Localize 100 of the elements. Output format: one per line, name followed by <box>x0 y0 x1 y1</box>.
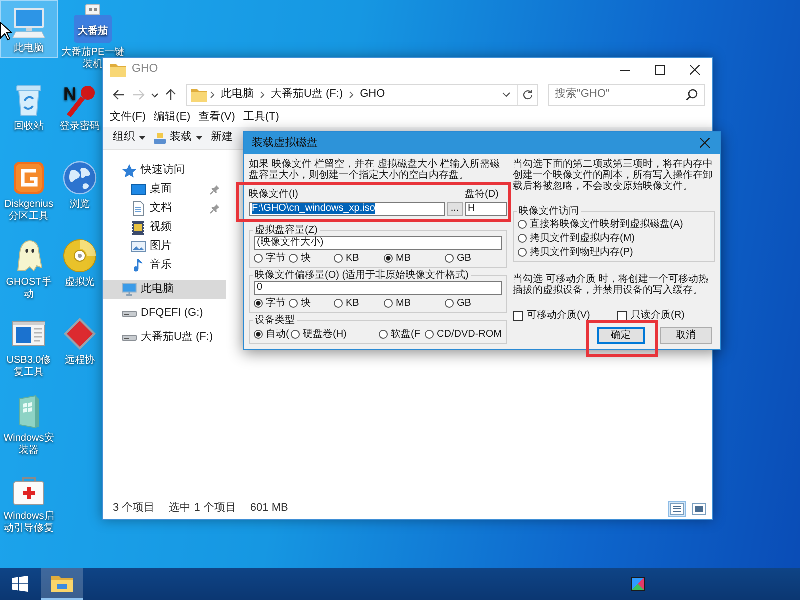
radio-button[interactable] <box>518 220 527 229</box>
checkbox-label: 可移动介质(V) <box>527 310 590 321</box>
diamond-icon <box>62 316 98 352</box>
sidebar-item[interactable]: 桌面 <box>103 180 226 199</box>
g-letter-icon <box>11 160 47 196</box>
radio-label: GB <box>457 298 472 309</box>
radio-label: 字节 <box>266 298 286 309</box>
radio-label: 拷贝文件到物理内存(P) <box>530 247 634 258</box>
tray-app-icon[interactable] <box>631 577 645 591</box>
radio-button[interactable] <box>445 299 454 308</box>
sidebar-item[interactable]: 图片 <box>103 237 226 256</box>
view-button[interactable] <box>668 500 686 516</box>
toolbar-button[interactable]: 新建 <box>208 128 236 148</box>
view-button[interactable] <box>690 500 708 516</box>
disc-icon <box>62 238 98 274</box>
toolbar-button[interactable]: 装载 <box>151 128 206 148</box>
radio-button[interactable] <box>289 254 298 263</box>
radio-label: 块 <box>301 298 311 309</box>
sidebar-item[interactable]: DFQEFI (G:) <box>103 304 226 323</box>
radio-button[interactable] <box>254 299 263 308</box>
dialog-button[interactable]: 确定 <box>597 327 645 344</box>
group-label: 映像文件访问 <box>518 206 580 217</box>
menu-item[interactable]: 查看(V) <box>194 108 240 127</box>
sidebar-item[interactable]: 视频 <box>103 218 226 237</box>
radio-label: 软盘(F <box>391 329 420 340</box>
mouse-pointer-icon <box>0 22 12 41</box>
status-text: 601 MB <box>250 502 288 516</box>
radio-button[interactable] <box>518 234 527 243</box>
radio-button[interactable] <box>289 299 298 308</box>
star-icon <box>122 164 136 178</box>
field-label: 盘符(D) <box>465 189 500 200</box>
computer-icon <box>122 283 136 296</box>
checkbox[interactable] <box>513 310 523 320</box>
menu-item[interactable]: 编辑(E) <box>150 108 195 127</box>
radio-label: GB <box>457 253 472 264</box>
drive-icon <box>122 334 136 340</box>
chevron-right-icon[interactable] <box>349 91 354 99</box>
file-path-field[interactable]: F:\GHO\cn_windows_xp.iso <box>249 202 445 216</box>
search-field[interactable]: 搜索"GHO" <box>548 84 705 106</box>
checkbox[interactable] <box>617 310 627 320</box>
close-icon <box>700 138 710 148</box>
menu-item[interactable]: 文件(F) <box>106 108 150 127</box>
desktop-shortcut[interactable]: N 登录密码 <box>58 78 102 136</box>
chevron-down-icon <box>151 92 159 98</box>
group-label: 虚拟盘容量(Z) <box>254 225 319 236</box>
radio-button[interactable] <box>445 254 454 263</box>
sidebar-item[interactable]: 文档 <box>103 199 226 218</box>
breadcrumb[interactable]: 大番茄U盘 (F:) <box>268 88 346 102</box>
windows-logo-icon <box>12 576 28 592</box>
chevron-right-icon[interactable] <box>260 91 265 99</box>
address-bar[interactable]: 此电脑 大番茄U盘 (F:) GHO <box>186 84 538 106</box>
radio-button[interactable] <box>425 330 434 339</box>
radio-button[interactable] <box>254 330 263 339</box>
taskbar-app-button[interactable] <box>41 568 83 600</box>
chevron-right-icon[interactable] <box>210 91 215 99</box>
group-label: 设备类型 <box>254 315 296 326</box>
sidebar-item[interactable]: 大番茄U盘 (F:) <box>103 328 226 347</box>
field-label: 映像文件(I) <box>249 189 300 200</box>
instruction-text: 如果 映像文件 栏留空，并在 虚拟磁盘大小 栏输入所需磁盘容量大小，则创建一个指定大小的空白内存盘。 <box>249 159 502 181</box>
desktop-shortcut[interactable]: 大番茄 大番茄PE一键装机 <box>58 0 128 74</box>
breadcrumb[interactable]: 此电脑 <box>218 88 257 102</box>
offset-field[interactable]: 0 <box>254 281 502 295</box>
radio-label: KB <box>346 298 360 309</box>
details-view-icon <box>670 502 684 514</box>
checkbox-label: 只读介质(R) <box>631 310 685 321</box>
radio-button[interactable] <box>518 248 527 257</box>
radio-button[interactable] <box>379 330 388 339</box>
close-icon <box>690 65 700 75</box>
drive-icon <box>122 310 136 316</box>
dialog-title: 装载虚拟磁盘 <box>252 138 318 148</box>
browse-button[interactable]: ... <box>447 202 463 216</box>
sidebar-item[interactable]: 快速访问 <box>103 161 226 180</box>
dialog-button[interactable]: 取消 <box>660 327 712 344</box>
toolbar-button[interactable]: 组织 <box>110 128 149 148</box>
radio-label: 字节 <box>266 253 286 264</box>
radio-label: 拷贝文件到虚拟内存(M) <box>530 233 635 244</box>
folder-icon <box>110 63 126 77</box>
instruction-text: 当勾选 可移动介质 时，将创建一个可移动热插拔的虚拟设备，并禁用设备的写入缓存。 <box>513 274 710 296</box>
radio-label: MB <box>396 253 411 264</box>
large-icons-view-icon <box>692 502 706 514</box>
radio-button[interactable] <box>384 254 393 263</box>
radio-label: KB <box>346 253 360 264</box>
folder-icon <box>50 573 74 593</box>
picture-icon <box>130 241 146 252</box>
radio-button[interactable] <box>254 254 263 263</box>
status-text: 选中 1 个项目 <box>169 502 236 516</box>
sidebar-item[interactable]: 此电脑 <box>103 280 226 299</box>
size-field[interactable]: (映像文件大小) <box>254 236 502 250</box>
radio-button[interactable] <box>291 330 300 339</box>
radio-button[interactable] <box>384 299 393 308</box>
desktop-folder-icon <box>130 184 146 195</box>
document-icon <box>132 201 144 216</box>
breadcrumb[interactable]: GHO <box>357 88 388 102</box>
menu-item[interactable]: 工具(T) <box>239 108 284 127</box>
radio-button[interactable] <box>334 254 343 263</box>
sidebar-item[interactable]: 音乐 <box>103 256 226 275</box>
radio-button[interactable] <box>334 299 343 308</box>
drive-letter-field[interactable]: H <box>465 202 507 216</box>
radio-label: CD/DVD-ROM <box>437 329 502 340</box>
radio-label: 硬盘卷(H) <box>303 329 347 340</box>
